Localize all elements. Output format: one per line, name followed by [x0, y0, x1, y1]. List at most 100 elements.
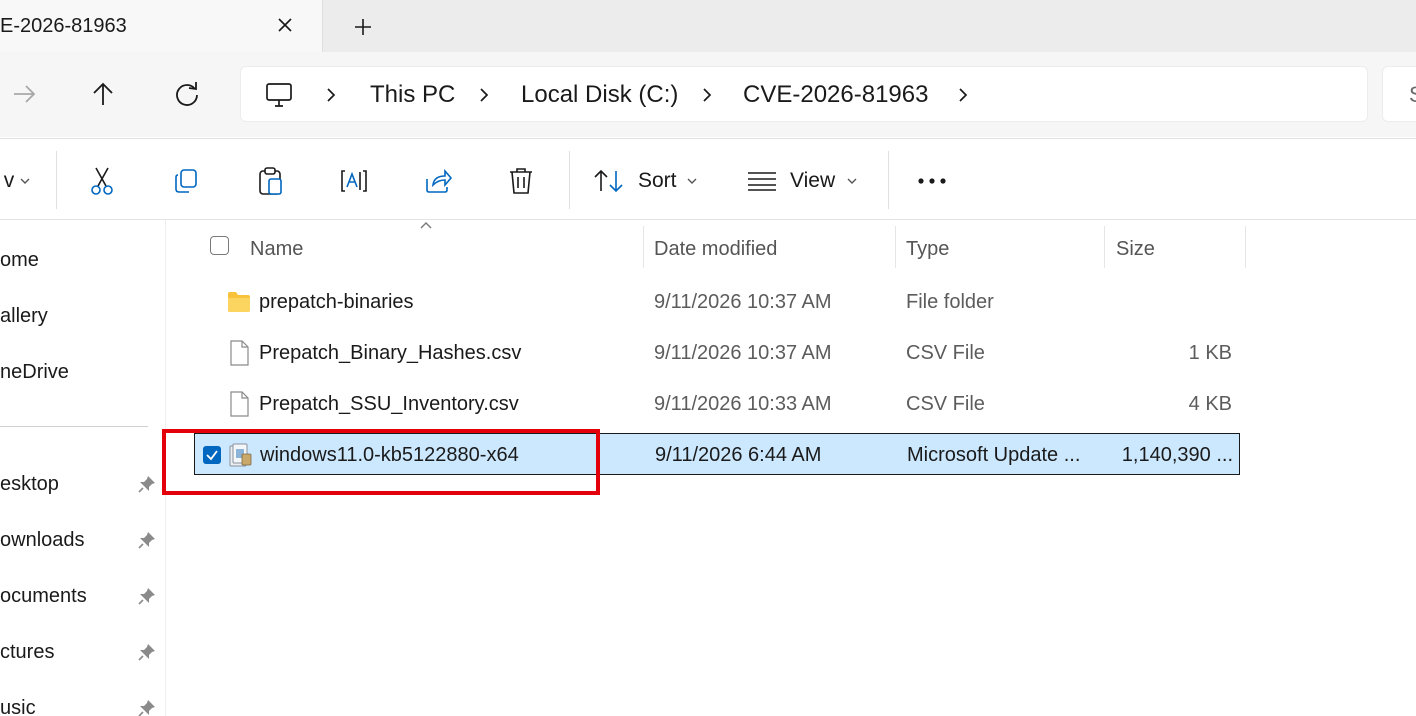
- address-row: This PC Local Disk (C:) CVE-2026-81963 S: [0, 52, 1416, 137]
- command-bar: v Sort View: [0, 138, 1416, 220]
- column-divider[interactable]: [895, 226, 896, 268]
- file-date-modified: 9/11/2026 10:37 AM: [654, 342, 832, 364]
- file-type: Microsoft Update ...: [907, 444, 1081, 466]
- sidebar-item-label: esktop: [0, 473, 59, 495]
- more-options-button[interactable]: [908, 159, 956, 203]
- sidebar-item-label: neDrive: [0, 361, 69, 383]
- refresh-icon: [176, 82, 198, 106]
- rename-icon: [341, 170, 367, 192]
- pin-icon[interactable]: [137, 698, 157, 716]
- file-name: prepatch-binaries: [259, 291, 414, 313]
- column-divider[interactable]: [643, 226, 644, 268]
- more-icon: [918, 178, 946, 184]
- file-size: 4 KB: [1188, 393, 1232, 415]
- file-date-modified: 9/11/2026 10:37 AM: [654, 291, 832, 313]
- file-icon: [230, 340, 249, 366]
- breadcrumb-this-pc[interactable]: This PC: [370, 67, 455, 123]
- pin-icon[interactable]: [137, 642, 157, 662]
- share-icon: [426, 168, 453, 193]
- trash-icon: [510, 168, 532, 194]
- computer-icon: [266, 83, 292, 107]
- pin-icon[interactable]: [137, 474, 157, 494]
- chevron-right-icon: [480, 88, 489, 102]
- file-size: 1 KB: [1188, 342, 1232, 364]
- file-name: Prepatch_SSU_Inventory.csv: [259, 393, 519, 415]
- column-header-type[interactable]: Type: [906, 226, 949, 272]
- navigation-pane: ome allery neDrive esktop ownloads ocume…: [0, 220, 166, 716]
- select-all-checkbox[interactable]: [210, 236, 229, 255]
- column-header-date-modified[interactable]: Date modified: [654, 226, 777, 272]
- tab-active[interactable]: E-2026-81963: [0, 0, 323, 52]
- file-type: CSV File: [906, 342, 985, 364]
- arrow-up-icon: [93, 82, 113, 105]
- sidebar-item-pictures[interactable]: ctures: [0, 632, 166, 672]
- forward-button[interactable]: [0, 72, 44, 116]
- close-icon: [278, 18, 292, 32]
- share-button[interactable]: [416, 159, 460, 203]
- delete-button[interactable]: [499, 159, 543, 203]
- breadcrumb-current-folder[interactable]: CVE-2026-81963: [743, 67, 928, 123]
- file-row[interactable]: Prepatch_Binary_Hashes.csv 9/11/2026 10:…: [194, 332, 1240, 374]
- sidebar-item-label: ctures: [0, 641, 55, 663]
- sidebar-item-label: ownloads: [0, 529, 85, 551]
- annotation-highlight-box: [162, 429, 600, 495]
- new-tab-button[interactable]: [343, 10, 383, 44]
- file-type: File folder: [906, 291, 994, 313]
- sidebar-item-label: ocuments: [0, 585, 87, 607]
- file-row[interactable]: Prepatch_SSU_Inventory.csv 9/11/2026 10:…: [194, 383, 1240, 425]
- copy-button[interactable]: [164, 159, 208, 203]
- sort-button[interactable]: Sort: [592, 159, 704, 203]
- sidebar-item-downloads[interactable]: ownloads: [0, 520, 166, 560]
- search-box[interactable]: S: [1382, 66, 1416, 122]
- chevron-down-icon: [687, 178, 697, 184]
- up-button[interactable]: [81, 72, 125, 116]
- column-header-name[interactable]: Name: [250, 226, 303, 272]
- address-bar[interactable]: This PC Local Disk (C:) CVE-2026-81963: [240, 66, 1368, 122]
- sidebar-item-label: allery: [0, 305, 48, 327]
- sidebar-item-home[interactable]: ome: [0, 240, 166, 280]
- sidebar-item-label: usic: [0, 697, 36, 716]
- sidebar-item-onedrive[interactable]: neDrive: [0, 352, 166, 392]
- chevron-right-icon[interactable]: [953, 85, 973, 105]
- rename-button[interactable]: [332, 159, 376, 203]
- file-size: [1114, 281, 1232, 323]
- pin-icon[interactable]: [137, 586, 157, 606]
- file-type: CSV File: [906, 393, 985, 415]
- column-header-size[interactable]: Size: [1116, 226, 1155, 272]
- breadcrumb-local-disk[interactable]: Local Disk (C:): [521, 67, 678, 123]
- view-button[interactable]: View: [746, 159, 862, 203]
- clipboard-icon: [259, 167, 282, 195]
- pin-icon[interactable]: [137, 530, 157, 550]
- file-icon: [230, 391, 249, 417]
- new-button-label: v: [3, 169, 15, 192]
- paste-button[interactable]: [248, 159, 292, 203]
- cut-button[interactable]: [80, 159, 124, 203]
- folder-icon: [228, 292, 250, 312]
- sidebar-item-documents[interactable]: ocuments: [0, 576, 166, 616]
- new-button[interactable]: v: [0, 159, 34, 203]
- chevron-down-icon: [20, 178, 30, 184]
- sidebar-item-label: ome: [0, 249, 39, 271]
- column-divider[interactable]: [1104, 226, 1105, 268]
- view-list-icon: [748, 172, 776, 191]
- file-name: Prepatch_Binary_Hashes.csv: [259, 342, 522, 364]
- scissors-icon: [91, 167, 113, 195]
- tab-close-button[interactable]: [268, 8, 302, 42]
- column-divider[interactable]: [1245, 226, 1246, 268]
- sidebar-item-music[interactable]: usic: [0, 688, 166, 716]
- chevron-down-icon: [847, 178, 857, 184]
- copy-icon: [175, 169, 197, 193]
- plus-icon: [355, 19, 371, 35]
- chevron-right-icon: [327, 88, 336, 102]
- sidebar-item-desktop[interactable]: esktop: [0, 464, 166, 504]
- sort-label: Sort: [638, 169, 677, 192]
- toolbar-divider: [569, 151, 570, 209]
- file-date-modified: 9/11/2026 6:44 AM: [655, 444, 822, 466]
- tab-title: E-2026-81963: [0, 15, 127, 37]
- search-placeholder: S: [1409, 67, 1416, 123]
- sidebar-item-gallery[interactable]: allery: [0, 296, 166, 336]
- refresh-button[interactable]: [165, 72, 209, 116]
- toolbar-divider: [56, 151, 57, 209]
- file-size: 1,140,390 ...: [1121, 444, 1233, 466]
- file-row[interactable]: prepatch-binaries 9/11/2026 10:37 AM Fil…: [194, 281, 1240, 323]
